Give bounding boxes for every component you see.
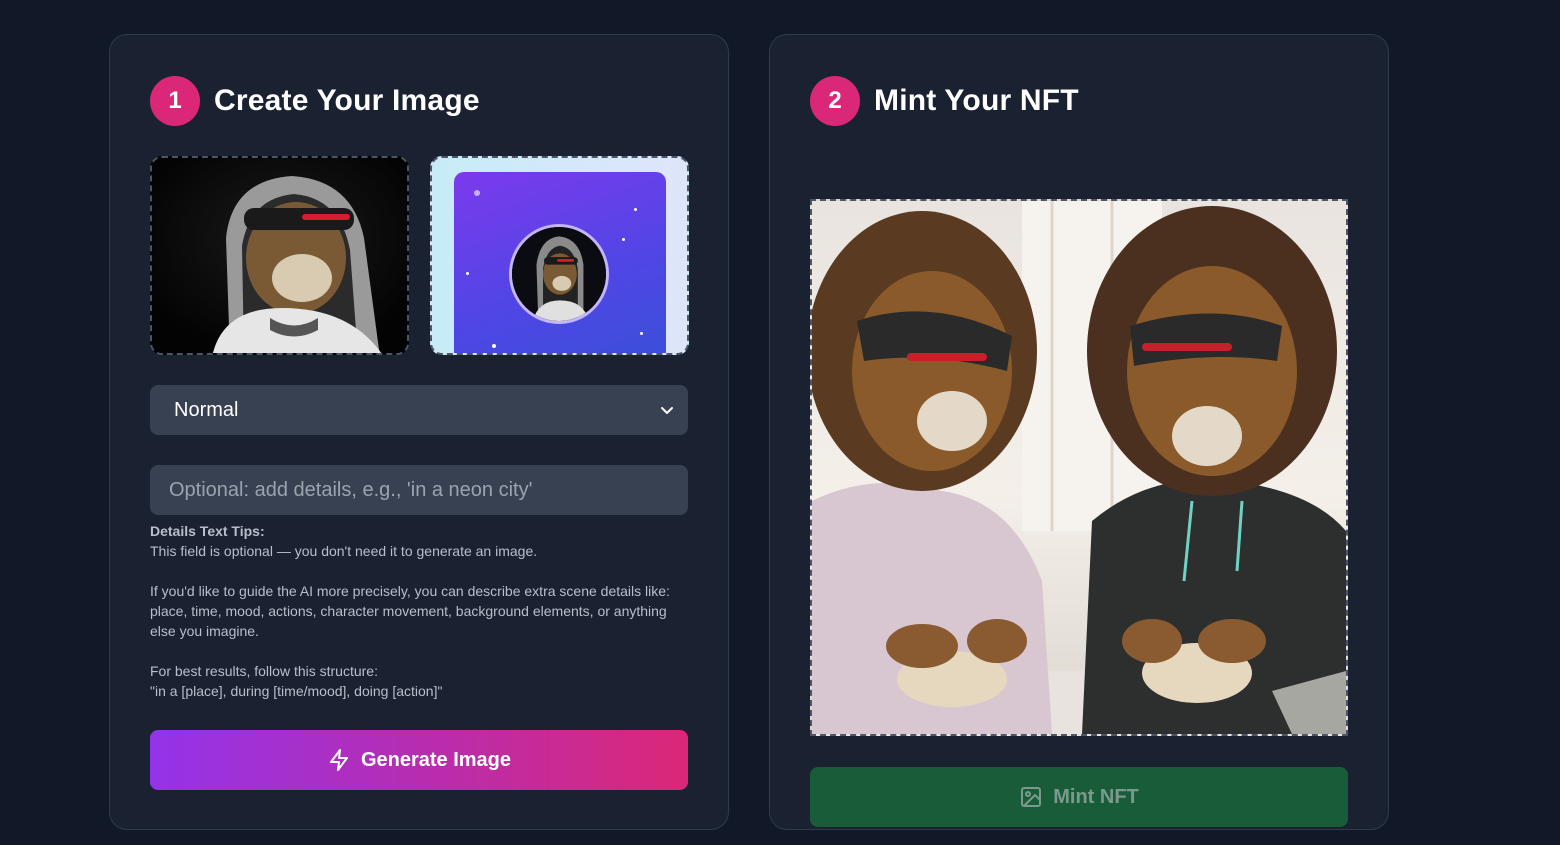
star-decoration (634, 208, 637, 211)
star-decoration (474, 190, 480, 196)
tips-title: Details Text Tips: (150, 523, 265, 539)
star-decoration (466, 272, 469, 275)
mint-step-title: Mint Your NFT (874, 84, 1079, 117)
avatar-character (512, 227, 606, 321)
mint-nft-card: 2 Mint Your NFT Mint NFT (769, 34, 1389, 830)
create-image-card: 1 Create Your Image Normal Optional: add… (109, 34, 729, 830)
avatar-preview-thumbnail[interactable] (430, 156, 689, 355)
star-decoration (640, 332, 643, 335)
tips-line: "in a [place], during [time/mood], doing… (150, 683, 443, 699)
scene-details-input[interactable]: Optional: add details, e.g., 'in a neon … (150, 465, 688, 515)
image-icon (1021, 787, 1042, 807)
details-tips: Details Text Tips: This field is optiona… (150, 521, 690, 701)
lightning-icon (329, 749, 348, 771)
tips-line: If you'd like to guide the AI more preci… (150, 583, 670, 639)
generate-image-label: Generate Image (360, 748, 512, 771)
generated-image (810, 199, 1348, 736)
avatar-circle (509, 224, 609, 324)
style-mode-select[interactable]: Normal (150, 385, 688, 435)
step-number-badge: 2 (810, 76, 860, 126)
mint-nft-label: Mint NFT (1053, 785, 1139, 808)
source-photo-thumbnail[interactable] (150, 156, 409, 355)
tips-line: This field is optional — you don't need … (150, 543, 538, 559)
chevron-down-icon (661, 407, 673, 414)
generate-image-button[interactable]: Generate Image (150, 730, 688, 790)
style-mode-selected-value: Normal (174, 398, 239, 421)
create-step-header: 1 Create Your Image (150, 76, 480, 126)
mint-nft-button[interactable]: Mint NFT (810, 767, 1348, 827)
star-decoration (492, 344, 496, 348)
star-decoration (622, 238, 625, 241)
mint-step-header: 2 Mint Your NFT (810, 76, 1079, 126)
create-step-title: Create Your Image (214, 84, 480, 117)
avatar-background (454, 172, 666, 353)
scene-details-placeholder: Optional: add details, e.g., 'in a neon … (169, 478, 533, 501)
character-photo (152, 158, 407, 353)
step-number-badge: 1 (150, 76, 200, 126)
tips-line: For best results, follow this structure: (150, 663, 378, 679)
generated-image-artwork (812, 201, 1346, 734)
